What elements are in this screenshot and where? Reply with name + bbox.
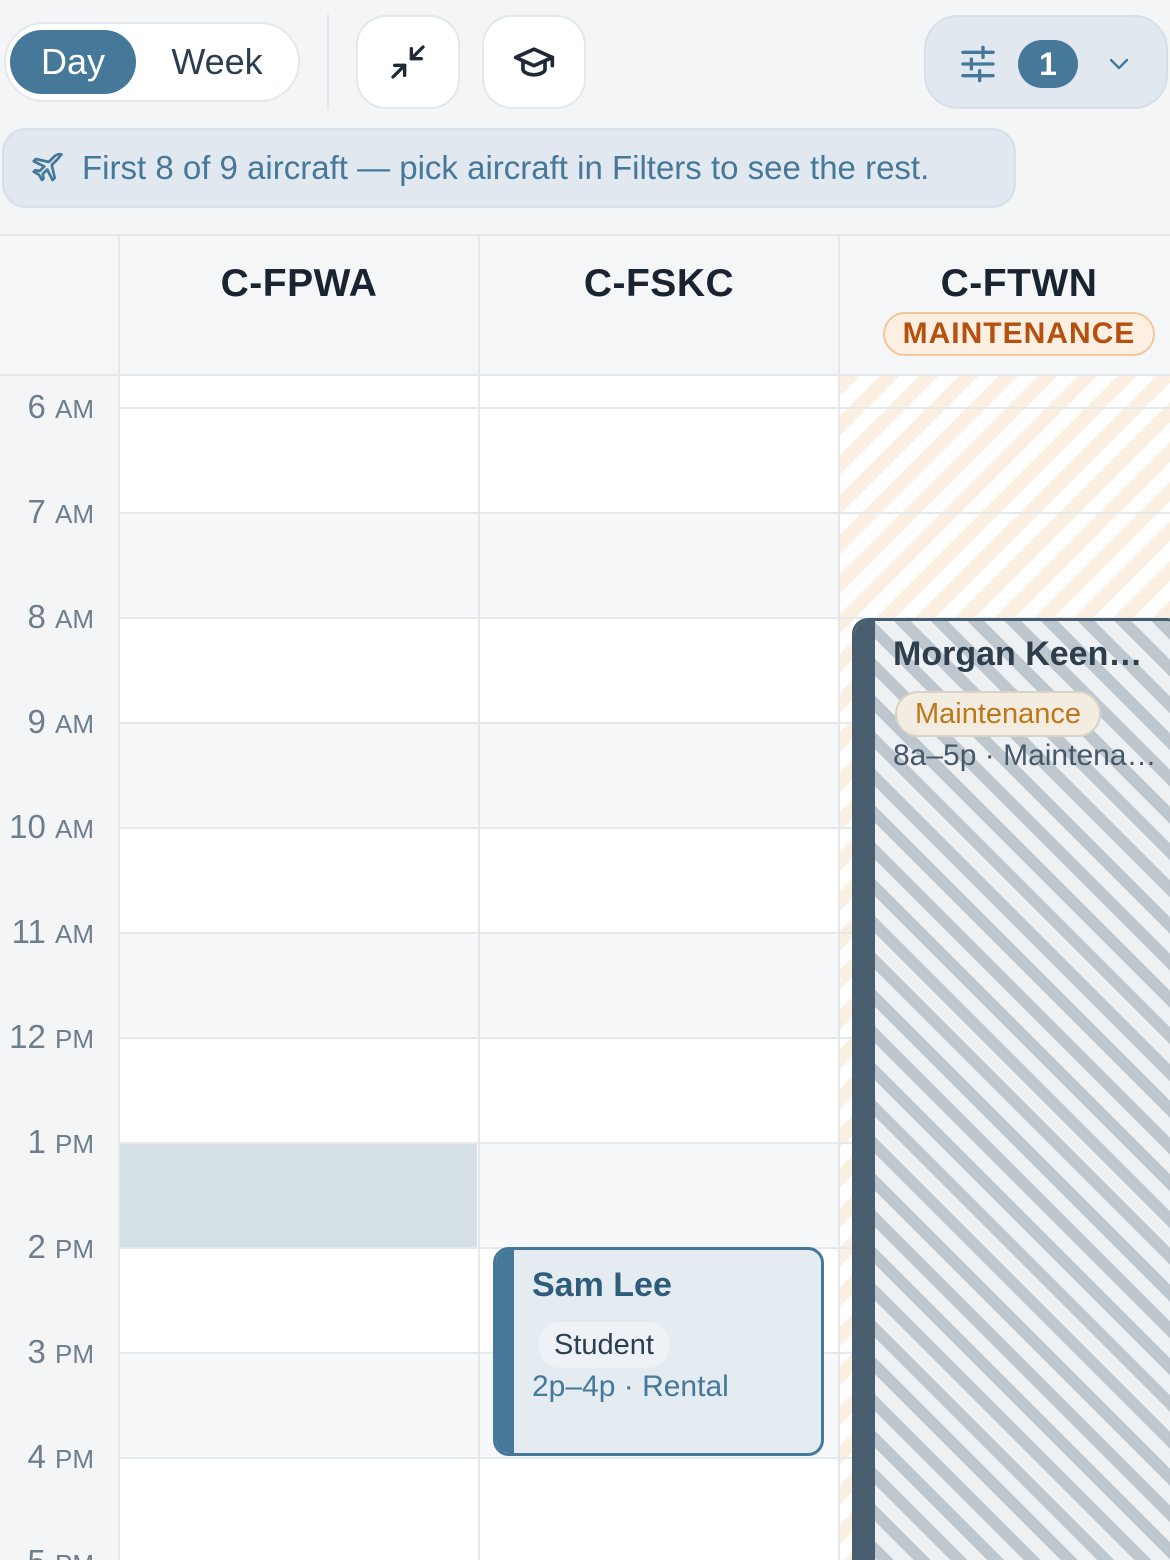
view-toggle: Day Week bbox=[4, 22, 300, 102]
time-label: 10 AM bbox=[9, 808, 94, 845]
event-time-meta: 2p–4p · Rental bbox=[532, 1370, 729, 1403]
time-label: 12 PM bbox=[9, 1018, 94, 1055]
event-role-tag: Maintenance bbox=[895, 691, 1102, 737]
aircraft-column-header[interactable]: C-FPWA bbox=[119, 236, 479, 376]
time-gutter: 6 AM 7 AM 8 AM 9 AM 10 AM 11 AM 12 PM 1 … bbox=[0, 376, 118, 1560]
time-label: 8 AM bbox=[27, 598, 94, 635]
aircraft-limit-banner: First 8 of 9 aircraft — pick aircraft in… bbox=[2, 128, 1016, 208]
aircraft-column-header[interactable]: C-FTWN MAINTENANCE bbox=[839, 236, 1170, 376]
time-label: 6 AM bbox=[27, 388, 94, 425]
time-label: 9 AM bbox=[27, 703, 94, 740]
schedule-grid: 6 AM 7 AM 8 AM 9 AM 10 AM 11 AM 12 PM 1 … bbox=[0, 376, 1170, 1560]
column-divider bbox=[478, 376, 480, 1560]
maintenance-status-badge: MAINTENANCE bbox=[882, 312, 1156, 356]
event-time-meta: 8a–5p · Maintena… bbox=[893, 739, 1157, 772]
filters-button[interactable]: 1 bbox=[924, 15, 1168, 109]
time-label: 5 PM bbox=[0, 1543, 94, 1560]
event-role-tag: Student bbox=[538, 1322, 670, 1368]
collapse-button[interactable] bbox=[356, 15, 460, 109]
hour-line bbox=[118, 512, 1170, 514]
event-person-name: Sam Lee bbox=[532, 1266, 672, 1304]
banner-text: First 8 of 9 aircraft — pick aircraft in… bbox=[82, 149, 930, 186]
chevron-down-icon bbox=[1109, 58, 1129, 70]
maintenance-event[interactable]: Morgan Keen… Maintenance 8a–5p · Mainten… bbox=[852, 618, 1170, 1560]
column-divider bbox=[118, 376, 120, 1560]
time-label: 4 PM bbox=[27, 1438, 94, 1475]
sliders-icon bbox=[961, 45, 995, 83]
week-view-button[interactable]: Week bbox=[146, 30, 288, 94]
time-label: 2 PM bbox=[27, 1228, 94, 1265]
event-person-name: Morgan Keen… bbox=[893, 635, 1143, 673]
aircraft-column-header[interactable]: C-FSKC bbox=[479, 236, 839, 376]
filter-count-badge: 1 bbox=[1018, 40, 1078, 88]
training-button[interactable] bbox=[482, 15, 586, 109]
event-accent-bar bbox=[496, 1250, 514, 1453]
toolbar-divider bbox=[327, 14, 329, 110]
time-label: 3 PM bbox=[27, 1333, 94, 1370]
day-view-button[interactable]: Day bbox=[10, 30, 136, 94]
hour-line bbox=[118, 407, 1170, 409]
selected-time-slot[interactable] bbox=[120, 1142, 477, 1248]
toolbar: Day Week 1 First 8 of 9 aircraft — pick … bbox=[0, 0, 1170, 232]
aircraft-registration: C-FPWA bbox=[220, 262, 378, 305]
aircraft-registration: C-FSKC bbox=[583, 262, 735, 305]
time-label: 1 PM bbox=[27, 1123, 94, 1160]
time-label: 11 AM bbox=[11, 913, 94, 950]
aircraft-header-row: C-FPWA C-FSKC C-FTWN MAINTENANCE bbox=[0, 234, 1170, 376]
graduation-cap-icon bbox=[513, 47, 555, 77]
booking-event[interactable]: Sam Lee Student 2p–4p · Rental bbox=[493, 1247, 824, 1456]
aircraft-registration: C-FTWN bbox=[940, 262, 1098, 305]
event-accent-bar bbox=[855, 621, 875, 1560]
column-divider bbox=[838, 376, 840, 1560]
time-label: 7 AM bbox=[27, 493, 94, 530]
schedule-app: Day Week 1 First 8 of 9 aircraft — pick … bbox=[0, 0, 1170, 1560]
collapse-arrows-icon bbox=[391, 45, 425, 79]
airplane-icon bbox=[32, 152, 63, 182]
